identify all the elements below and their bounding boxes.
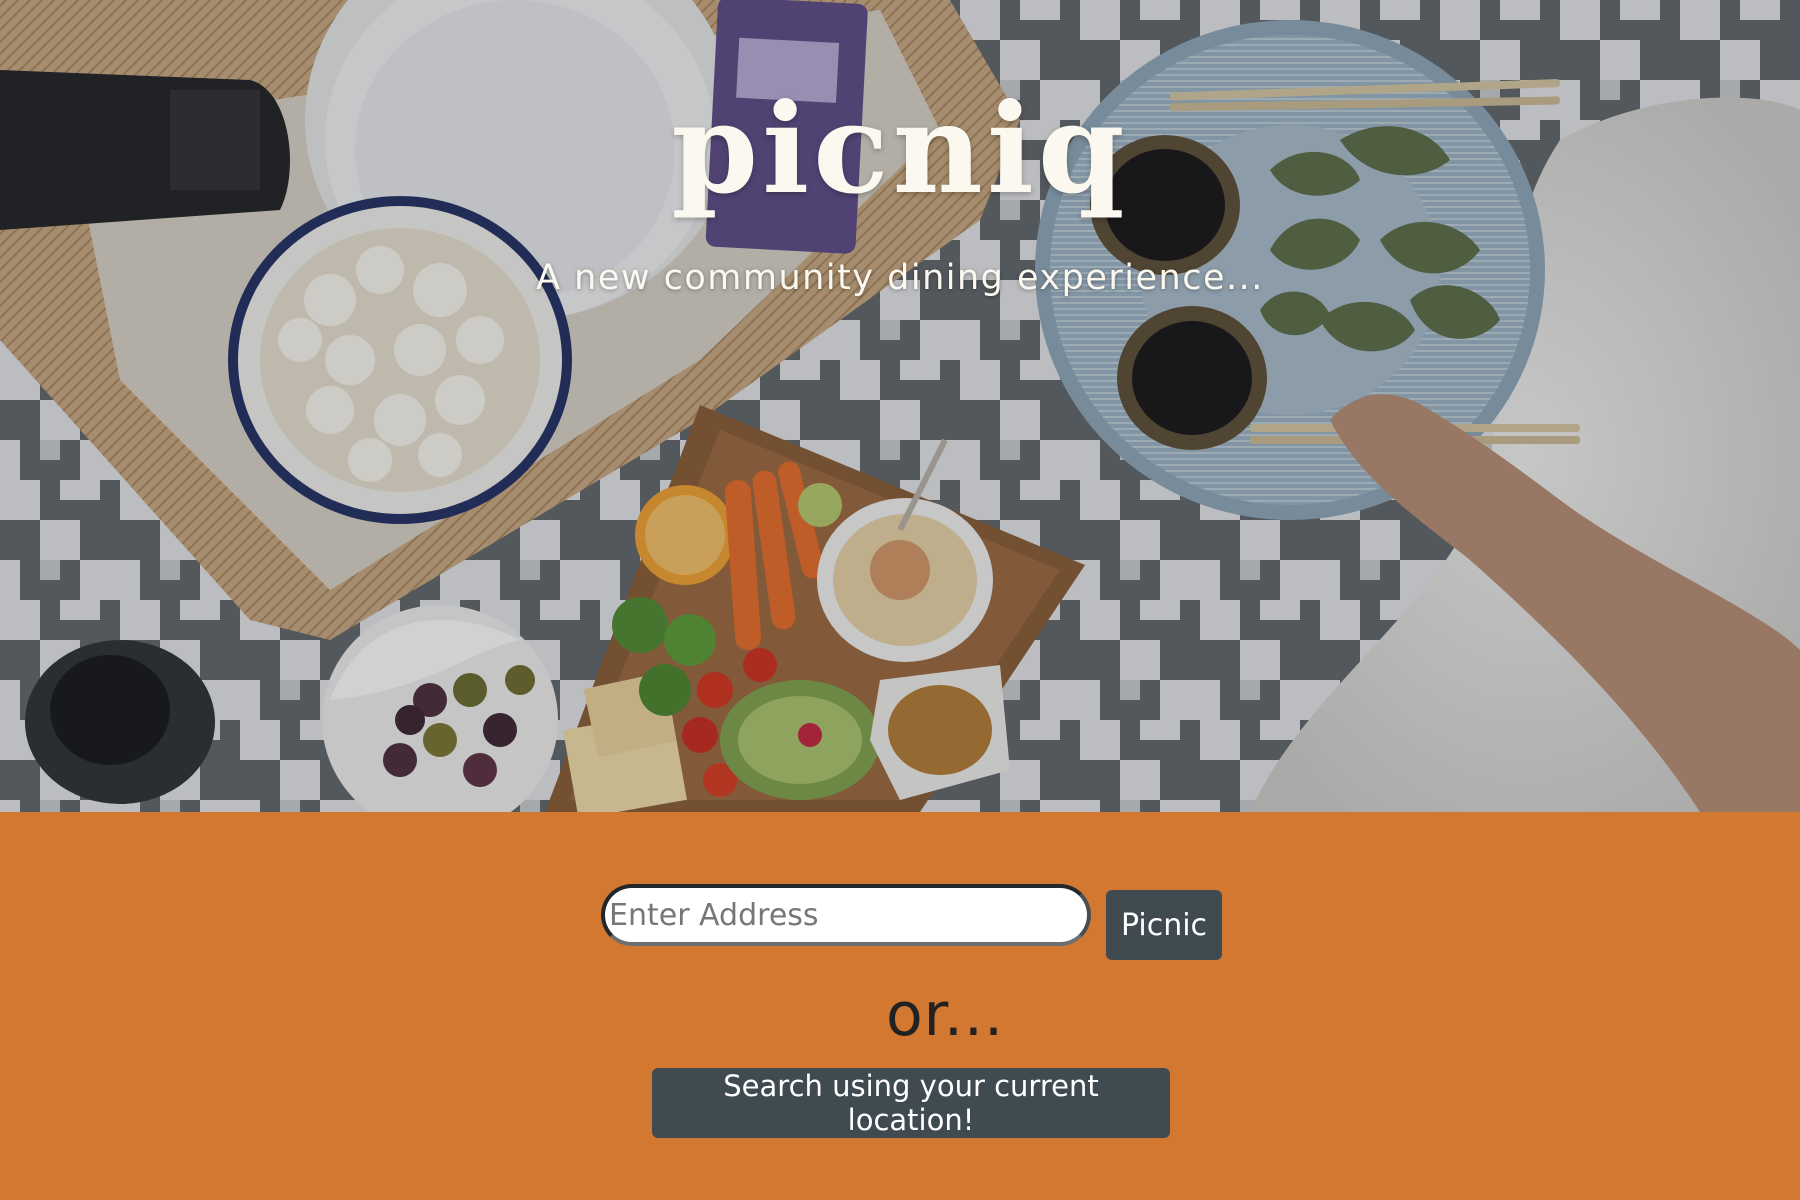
current-location-button[interactable]: Search using your current location! [652, 1068, 1170, 1138]
landing-page: picniq A new community dining experience… [0, 0, 1800, 1200]
brand-title: picniq [671, 77, 1129, 222]
picnic-button[interactable]: Picnic [1106, 890, 1222, 960]
hero-banner: picniq A new community dining experience… [0, 0, 1800, 812]
or-divider-text: or... [885, 980, 1005, 1050]
address-input[interactable] [601, 884, 1091, 946]
tagline: A new community dining experience... [536, 258, 1264, 298]
